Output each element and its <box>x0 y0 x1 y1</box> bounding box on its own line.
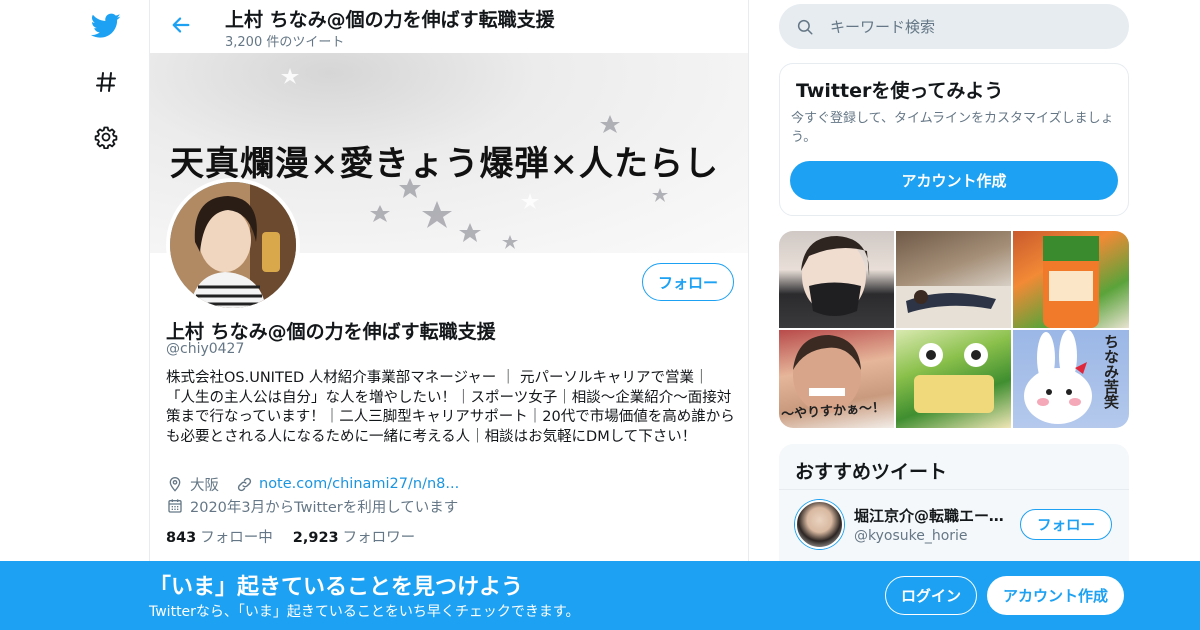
follow-button[interactable]: フォロー <box>642 263 734 301</box>
profile-link[interactable]: note.com/chinami27/n/n8... <box>259 476 459 492</box>
following-label: フォロー中 <box>200 530 273 546</box>
back-arrow-icon[interactable] <box>168 12 194 38</box>
profile-avatar[interactable] <box>166 178 300 312</box>
media-thumbnail[interactable] <box>896 231 1011 328</box>
following-count: 843 <box>166 530 197 546</box>
profile-bio: 株式会社OS.UNITED 人材紹介事業部マネージャー ｜ 元パーソルキャリアで… <box>166 370 735 445</box>
search-box[interactable] <box>779 4 1129 49</box>
search-input[interactable] <box>830 17 1090 36</box>
signup-card-title: Twitterを使ってみよう <box>796 80 1004 102</box>
media-thumbnail[interactable] <box>896 330 1011 428</box>
link-icon <box>235 475 253 493</box>
recommended-follow-button[interactable]: フォロー <box>1020 509 1112 540</box>
recommended-user-name: 堀江京介@転職エージェント <box>854 507 1009 525</box>
followers-label: フォロワー <box>342 530 416 546</box>
signup-card: Twitterを使ってみよう 今すぐ登録して、タイムラインをカスタマイズしましょ… <box>779 63 1129 216</box>
recommended-user-row[interactable]: 堀江京介@転職エージェント @kyosuke_horie フォロー <box>779 489 1129 561</box>
recommended-user-handle: @kyosuke_horie <box>854 528 968 544</box>
profile-header: 上村 ちなみ@個の力を伸ばす転職支援 3,200 件のツイート <box>150 0 748 53</box>
left-navigation <box>80 0 132 630</box>
calendar-icon <box>166 497 184 515</box>
followers-stat[interactable]: 2,923 フォロワー <box>293 526 415 547</box>
profile-stats: 843 フォロー中 2,923 フォロワー <box>166 526 415 547</box>
search-icon <box>796 18 814 36</box>
bottom-bar-title: 「いま」起きていることを見つけよう <box>149 575 524 600</box>
profile-joined: 2020年3月からTwitterを利用しています <box>190 499 459 516</box>
profile-column: 上村 ちなみ@個の力を伸ばす転職支援 3,200 件のツイート 天真爛漫×愛きょ… <box>149 0 749 630</box>
profile-handle: @chiy0427 <box>166 341 245 357</box>
signup-card-description: 今すぐ登録して、タイムラインをカスタマイズしましょう。 <box>791 111 1114 145</box>
header-name: 上村 ちなみ@個の力を伸ばす転職支援 <box>225 9 555 31</box>
media-thumbnail[interactable]: ちなみ苦笑 <box>1013 330 1129 428</box>
bottom-bar-subtitle: Twitterなら、「いま」起きていることをいち早くチェックできます。 <box>149 604 580 620</box>
media-thumbnail[interactable] <box>1013 231 1129 328</box>
profile-name: 上村 ちなみ@個の力を伸ばす転職支援 <box>166 321 496 343</box>
bottom-signup-bar: 「いま」起きていることを見つけよう Twitterなら、「いま」起きていることを… <box>0 561 1200 630</box>
twitter-bird-icon[interactable] <box>88 8 124 44</box>
signup-button[interactable]: アカウント作成 <box>987 576 1124 615</box>
recommended-title: おすすめツイート <box>795 461 948 483</box>
media-thumbnail[interactable]: ～やりすかぁ～！ <box>779 330 894 428</box>
banner-text: 天真爛漫×愛きょう爆弾×人たらし <box>170 144 719 184</box>
profile-location: 大阪 <box>190 477 219 494</box>
tweet-count: 3,200 件のツイート <box>225 35 345 50</box>
login-button[interactable]: ログイン <box>885 576 977 615</box>
gear-icon[interactable] <box>88 119 124 155</box>
media-grid: ～やりすかぁ～！ ちなみ苦笑 <box>779 231 1129 428</box>
followers-count: 2,923 <box>292 530 339 546</box>
avatar[interactable] <box>795 500 844 549</box>
hashtag-icon[interactable] <box>88 64 124 100</box>
media-caption: ちなみ苦笑 <box>1102 334 1120 409</box>
profile-joined-row: 2020年3月からTwitterを利用しています <box>166 496 458 516</box>
profile-location-link-row: 大阪 note.com/chinami27/n/n8... <box>166 474 459 494</box>
following-stat[interactable]: 843 フォロー中 <box>166 526 273 547</box>
location-pin-icon <box>166 475 184 493</box>
media-thumbnail[interactable] <box>779 231 894 328</box>
create-account-button[interactable]: アカウント作成 <box>790 161 1118 200</box>
